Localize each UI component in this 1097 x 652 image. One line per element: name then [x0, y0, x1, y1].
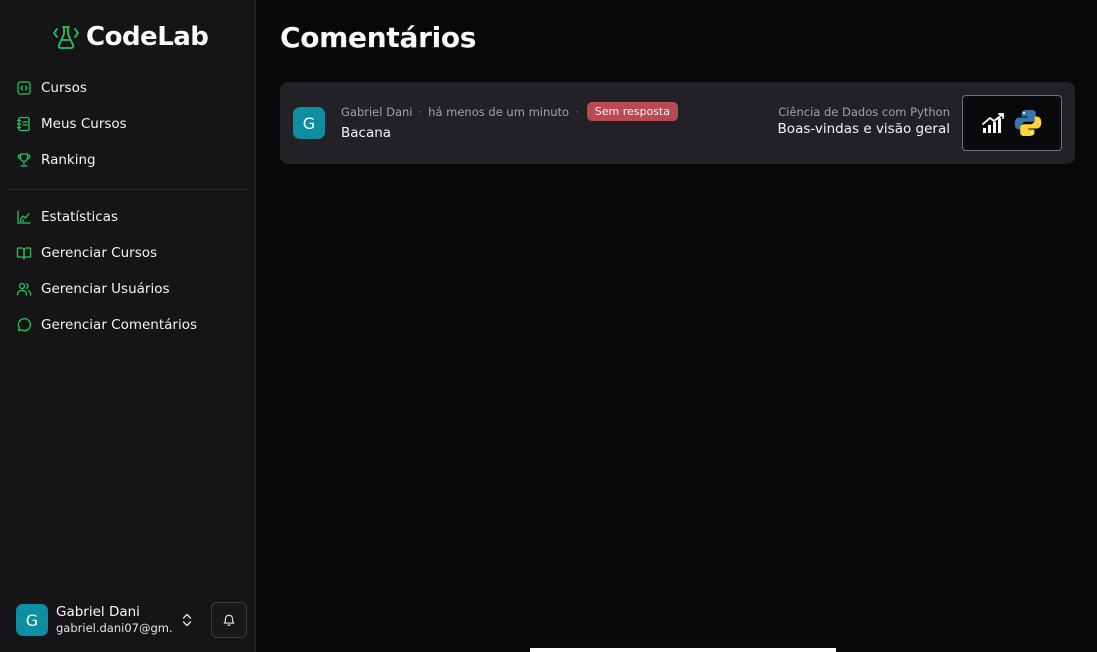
- lesson-name: Boas-vindas e visão geral: [777, 121, 950, 137]
- sidebar-item-estatisticas[interactable]: Estatísticas: [8, 199, 247, 235]
- book-open-icon: [16, 247, 32, 260]
- sidebar-item-label: Gerenciar Cursos: [41, 245, 158, 261]
- users-icon: [16, 282, 32, 296]
- separator-dot: ·: [418, 104, 423, 119]
- avatar: G: [16, 604, 48, 636]
- sidebar-item-gerenciar-usuarios[interactable]: Gerenciar Usuários: [8, 271, 247, 307]
- sidebar-item-label: Gerenciar Comentários: [41, 317, 198, 333]
- sidebar-item-gerenciar-cursos[interactable]: Gerenciar Cursos: [8, 235, 247, 271]
- chevrons-up-down-icon: [182, 613, 192, 627]
- course-info: Ciência de Dados com Python Boas-vindas …: [778, 105, 950, 139]
- sidebar-item-ranking[interactable]: Ranking: [8, 142, 247, 178]
- sidebar-item-gerenciar-comentarios[interactable]: Gerenciar Comentários: [8, 307, 247, 343]
- main-content: Comentários G Gabriel Dani · há menos de…: [256, 0, 1097, 652]
- notebook-icon: [16, 116, 30, 132]
- sidebar-item-label: Estatísticas: [41, 209, 118, 225]
- user-info: Gabriel Dani gabriel.dani07@gm...: [56, 604, 174, 636]
- sidebar-item-label: Meus Cursos: [41, 116, 127, 132]
- message-circle-icon: [17, 318, 31, 332]
- comment-text: Bacana: [341, 125, 392, 141]
- chart-icon: [17, 210, 31, 224]
- comment-time: há menos de um minuto: [428, 104, 570, 119]
- sidebar-item-label: Cursos: [41, 80, 87, 96]
- sidebar-item-cursos[interactable]: Cursos: [8, 70, 247, 106]
- course-thumbnail[interactable]: [962, 95, 1062, 151]
- sidebar-item-meus-cursos[interactable]: Meus Cursos: [8, 106, 247, 142]
- sidebar-item-label: Gerenciar Usuários: [41, 281, 170, 297]
- horizontal-scrollbar[interactable]: [530, 648, 836, 652]
- flask-icon: [53, 26, 79, 49]
- sidebar: CodeLab Cursos Meus Cursos Ranking Estat…: [0, 0, 256, 652]
- comment-meta: Gabriel Dani · há menos de um minuto · S…: [341, 102, 678, 121]
- primary-nav: Cursos Meus Cursos Ranking: [8, 70, 247, 178]
- notifications-button[interactable]: [211, 602, 247, 638]
- trophy-icon: [17, 153, 31, 167]
- user-email: gabriel.dani07@gm...: [56, 621, 174, 635]
- course-name: Ciência de Dados com Python: [778, 105, 950, 119]
- code-square-icon: [17, 81, 31, 95]
- bell-icon: [223, 614, 235, 626]
- app-root: CodeLab Cursos Meus Cursos Ranking Estat…: [0, 0, 1097, 652]
- admin-nav: Estatísticas Gerenciar Cursos Gerenciar …: [8, 199, 247, 343]
- logo[interactable]: CodeLab: [52, 22, 209, 52]
- brand-name: CodeLab: [86, 22, 209, 52]
- avatar: G: [293, 107, 325, 139]
- user-name: Gabriel Dani: [56, 604, 140, 620]
- user-menu-trigger[interactable]: G Gabriel Dani gabriel.dani07@gm...: [16, 603, 196, 637]
- separator-dot: ·: [575, 104, 579, 119]
- sidebar-item-label: Ranking: [41, 152, 96, 168]
- status-badge: Sem resposta: [586, 102, 678, 121]
- python-logo-icon: [1014, 110, 1042, 136]
- comment-card[interactable]: G Gabriel Dani · há menos de um minuto ·…: [280, 82, 1075, 164]
- page-title: Comentários: [280, 21, 477, 54]
- growth-chart-icon: [982, 113, 1004, 133]
- comment-author: Gabriel Dani: [341, 104, 413, 119]
- sidebar-divider: [8, 189, 247, 190]
